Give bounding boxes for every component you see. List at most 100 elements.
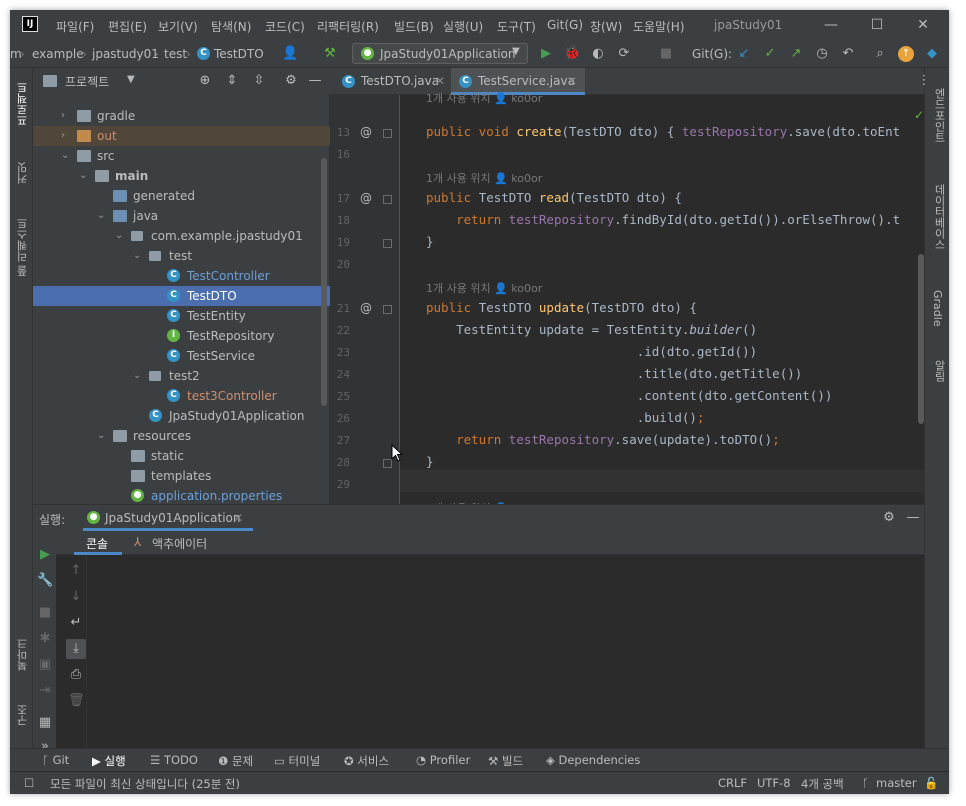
camera-icon[interactable]: ▣ — [37, 657, 53, 673]
menu-run[interactable]: 실행(U) — [443, 18, 483, 35]
panel-toggle-icon[interactable]: ☐ — [24, 776, 34, 790]
tree-item-out[interactable]: › out — [33, 126, 330, 146]
tree-item-com-example-jpastudy01[interactable]: ⌄ com.example.jpastudy01 — [33, 226, 330, 246]
run-tool-tab[interactable]: ▶ 실행 — [92, 753, 126, 769]
git-commit-icon[interactable]: ✓ — [762, 46, 778, 62]
tree-item-testdto[interactable]: C TestDTO — [33, 286, 330, 306]
profiler-tool-tab[interactable]: ◔ Profiler — [416, 753, 470, 767]
menu-code[interactable]: 코드(C) — [265, 18, 305, 35]
chevron-down-icon[interactable]: ⌄ — [79, 166, 87, 186]
chevron-down-icon[interactable]: ⌄ — [97, 206, 105, 226]
layout-icon[interactable]: ▦ — [37, 715, 53, 731]
git-update-icon[interactable]: ↙ — [736, 46, 752, 62]
build-tool-tab[interactable]: ⚒ 빌드 — [488, 753, 523, 769]
print-icon[interactable]: ⎙ — [68, 667, 84, 683]
project-tool-tab[interactable]: 프로젝트 — [15, 82, 31, 126]
usage-hint[interactable]: 1개 사용 위치 👤 ko0or — [426, 170, 542, 186]
console-output[interactable] — [87, 555, 924, 749]
breadcrumb-item[interactable]: test — [164, 47, 187, 61]
chevron-down-icon[interactable]: ⌄ — [97, 426, 105, 446]
code-line[interactable]: .title(dto.getTitle()) — [426, 366, 803, 381]
exit-icon[interactable]: ⇥ — [37, 683, 53, 699]
expand-all-icon[interactable]: ⇕ — [224, 73, 240, 89]
code-line[interactable]: .content(dto.getContent()) — [426, 388, 833, 403]
git-push-icon[interactable]: ↗ — [788, 46, 804, 62]
stop-icon[interactable]: ■ — [658, 46, 674, 62]
code-line[interactable]: return testRepository.save(update).toDTO… — [426, 432, 780, 447]
history-icon[interactable]: ◷ — [814, 46, 830, 62]
gear-icon[interactable]: ⚙ — [283, 73, 299, 89]
line-separator[interactable]: CRLF — [718, 776, 747, 790]
tree-item-testcontroller[interactable]: C TestController — [33, 266, 330, 286]
menu-window[interactable]: 창(W) — [590, 18, 622, 35]
git-tool-tab[interactable]: ᚴ Git — [42, 753, 69, 767]
structure-tool-tab[interactable]: 구조 — [15, 704, 31, 726]
plugin-icon[interactable]: ◆ — [924, 46, 940, 62]
tree-item-resources[interactable]: ⌄ resources — [33, 426, 330, 446]
stop-icon[interactable]: ■ — [37, 605, 53, 621]
terminal-tool-tab[interactable]: ▭ 터미널 — [274, 753, 320, 769]
maximize-icon[interactable]: ☐ — [863, 14, 891, 36]
trash-icon[interactable]: 🗑 — [68, 693, 85, 709]
code-line[interactable]: TestEntity update = TestEntity.builder() — [426, 322, 757, 337]
tree-item-templates[interactable]: templates — [33, 466, 330, 486]
more-tabs-icon[interactable]: ⋮ — [916, 73, 932, 89]
close-window-icon[interactable]: ✕ — [909, 14, 937, 36]
down-arrow-icon[interactable]: ↓ — [68, 589, 84, 605]
debug-icon[interactable]: 🐞 — [564, 46, 580, 62]
services-tool-tab[interactable]: ✪ 서비스 — [344, 753, 389, 769]
breadcrumb-item[interactable]: jpastudy01 — [92, 47, 159, 61]
fold-icon[interactable] — [383, 129, 392, 138]
hide-icon[interactable]: — — [905, 510, 921, 526]
actuator-tab[interactable]: 액추에이터 — [152, 535, 207, 552]
file-encoding[interactable]: UTF-8 — [757, 776, 791, 790]
run-configuration-select[interactable]: ● JpaStudy01Application ▼ — [352, 43, 528, 64]
menu-view[interactable]: 보기(V) — [158, 18, 198, 35]
notifications-tool-tab[interactable]: 알림 — [931, 360, 947, 382]
update-icon[interactable]: ↑ — [898, 46, 914, 62]
todo-tool-tab[interactable]: ☰ TODO — [150, 753, 198, 767]
tree-item-src[interactable]: ⌄ src — [33, 146, 330, 166]
rollback-icon[interactable]: ↶ — [840, 46, 856, 62]
dependencies-tool-tab[interactable]: ◈ Dependencies — [546, 753, 640, 767]
lock-icon[interactable]: 🔓 — [924, 776, 938, 790]
chevron-down-icon[interactable]: ⌄ — [115, 226, 123, 246]
annotation-marker-icon[interactable]: @ — [360, 301, 372, 315]
run-tab-label[interactable]: JpaStudy01Application — [105, 511, 240, 525]
editor-vertical-scrollbar[interactable] — [918, 254, 924, 424]
gradle-tool-tab[interactable]: Gradle — [931, 290, 944, 327]
up-arrow-icon[interactable]: ↑ — [68, 563, 84, 579]
chevron-right-icon[interactable]: › — [61, 126, 65, 146]
tree-item-testrepository[interactable]: I TestRepository — [33, 326, 330, 346]
fold-icon[interactable] — [383, 195, 392, 204]
usage-hint[interactable]: 1개 사용 위치 👤 ko0or — [426, 280, 542, 296]
fold-icon[interactable] — [383, 239, 392, 248]
usage-hint[interactable]: 1개 사용 위치 👤 ko0or — [426, 90, 542, 106]
locate-icon[interactable]: ⊕ — [197, 73, 213, 89]
menu-edit[interactable]: 편집(E) — [108, 18, 147, 35]
gear-icon[interactable]: ⚙ — [881, 510, 897, 526]
bookmarks-tool-tab[interactable]: 북마크 — [15, 638, 31, 671]
code-line[interactable]: return testRepository.findById(dto.getId… — [426, 212, 900, 227]
debug-icon[interactable]: ✱ — [37, 631, 53, 647]
coverage-icon[interactable]: ◐ — [590, 46, 606, 62]
breadcrumb-item[interactable]: example — [32, 47, 84, 61]
code-line[interactable]: public void create(TestDTO dto) { testRe… — [426, 124, 900, 139]
chevron-down-icon[interactable]: ⌄ — [133, 246, 141, 266]
tree-item-jpastudy01application[interactable]: C JpaStudy01Application — [33, 406, 330, 426]
menu-file[interactable]: 파일(F) — [56, 18, 94, 35]
code-line[interactable]: .id(dto.getId()) — [426, 344, 757, 359]
wrench-icon[interactable]: 🔧 — [37, 573, 53, 589]
menu-tools[interactable]: 도구(T) — [497, 18, 536, 35]
run-icon[interactable]: ▶ — [538, 46, 554, 62]
hide-icon[interactable]: — — [307, 73, 323, 89]
scroll-to-end-icon[interactable]: ⤓ — [66, 639, 86, 659]
tree-item-generated[interactable]: generated — [33, 186, 330, 206]
tree-scrollbar[interactable] — [321, 158, 327, 406]
inspection-ok-icon[interactable]: ✓ — [914, 108, 924, 122]
user-icon[interactable]: 👤 — [282, 46, 298, 62]
database-tool-tab[interactable]: 데이터베이스 — [931, 184, 947, 250]
tree-item-static[interactable]: static — [33, 446, 330, 466]
chevron-down-icon[interactable]: ⌄ — [133, 366, 141, 386]
breadcrumb-item[interactable]: TestDTO — [214, 47, 264, 61]
